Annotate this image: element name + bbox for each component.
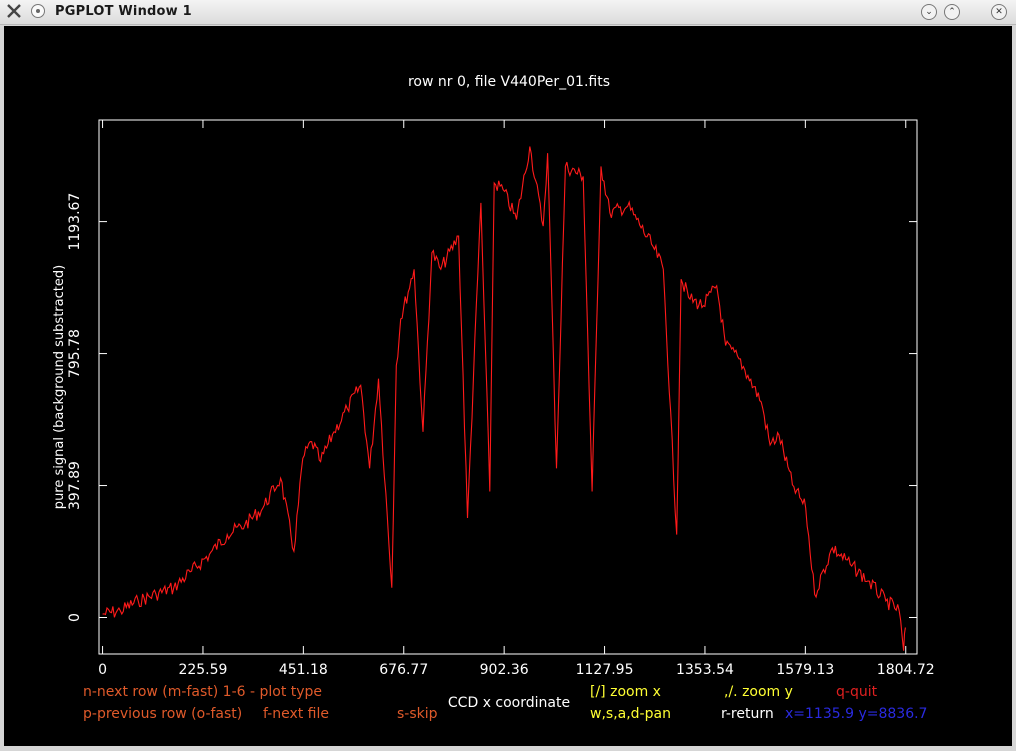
x-tick-label: 0: [98, 662, 107, 678]
help-return: r-return: [721, 706, 774, 722]
maximize-button[interactable]: ⌃: [944, 4, 960, 20]
x-tick-label: 1127.95: [576, 662, 634, 678]
help-next-file: f-next file: [263, 706, 329, 722]
plot-window[interactable]: row nr 0, file V440Per_01.fits 0 225.59 45…: [4, 26, 1012, 746]
help-zoom-y: ,/. zoom y: [724, 684, 793, 700]
y-axis: 0 397.89 795.78 1193.67: [67, 193, 917, 622]
window-title: PGPLOT Window 1: [55, 4, 192, 19]
x-tick-label: 676.77: [379, 662, 428, 678]
y-tick-label: 0: [67, 613, 83, 622]
help-previous-row: p-previous row (o-fast): [83, 706, 242, 722]
x-axis: 0 225.59 451.18 676.77 902.36 1127.95 1353.54 1…: [98, 120, 935, 678]
title-bar: PGPLOT Window 1 ⌄ ⌃ ✕: [0, 0, 1016, 25]
y-axis-label: pure signal (background substracted): [52, 265, 67, 509]
y-tick-label: 1193.67: [67, 193, 83, 251]
help-quit: q-quit: [836, 684, 878, 700]
help-pan: w,s,a,d-pan: [590, 706, 671, 722]
window-menu-icon[interactable]: [31, 4, 45, 18]
x-tick-label: 1353.54: [676, 662, 734, 678]
y-tick-label: 397.89: [67, 461, 83, 510]
minimize-button[interactable]: ⌄: [921, 4, 937, 20]
help-next-row: n-next row (m-fast) 1-6 - plot type: [83, 684, 322, 700]
plot-title: row nr 0, file V440Per_01.fits: [408, 74, 610, 90]
x-tick-label: 1579.13: [776, 662, 834, 678]
close-button[interactable]: ✕: [991, 4, 1007, 20]
x-tick-label: 902.36: [480, 662, 529, 678]
x-axis-label: CCD x coordinate: [448, 695, 570, 711]
spectrum-line: [102, 146, 906, 651]
help-skip: s-skip: [397, 706, 438, 722]
x-tick-label: 451.18: [279, 662, 328, 678]
cursor-coordinates: x=1135.9 y=8836.7: [785, 706, 927, 722]
x-tick-label: 225.59: [178, 662, 227, 678]
y-tick-label: 795.78: [67, 329, 83, 378]
help-zoom-x: [/] zoom x: [590, 684, 661, 700]
spectrum-plot[interactable]: row nr 0, file V440Per_01.fits 0 225.59 45…: [4, 26, 1012, 746]
app-x-icon: [7, 4, 21, 18]
x-tick-label: 1804.72: [877, 662, 935, 678]
